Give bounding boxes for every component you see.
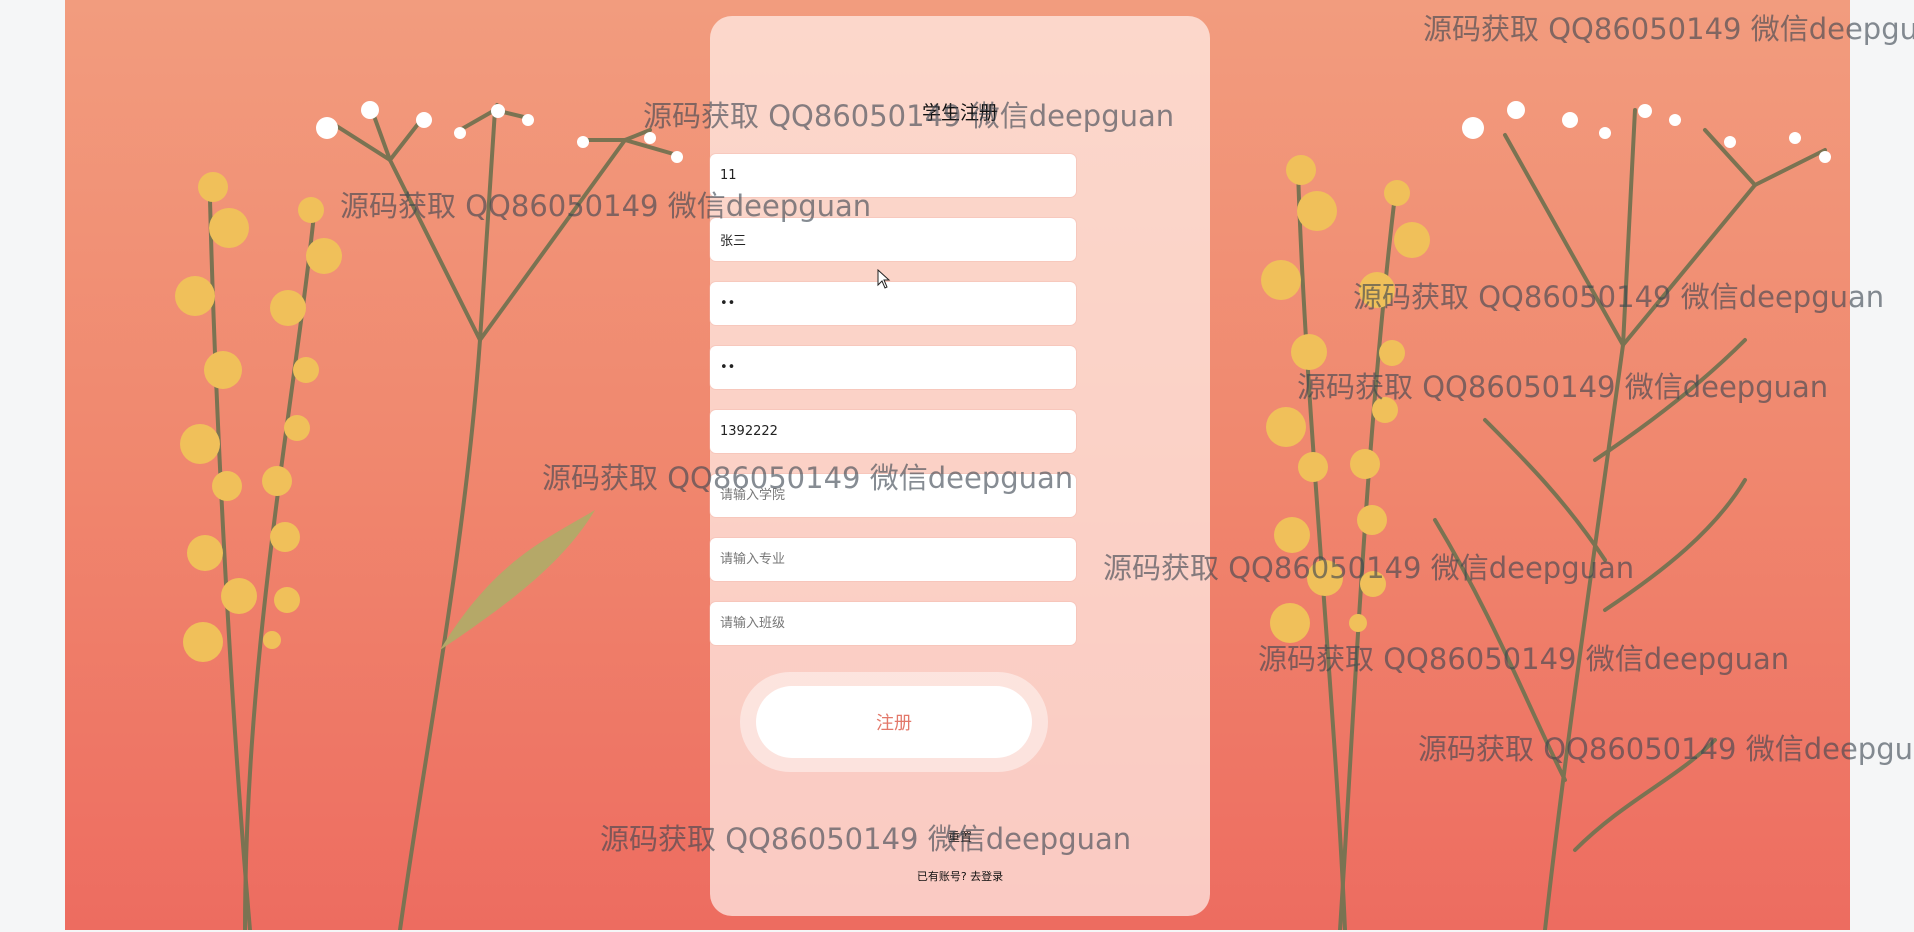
watermark-text: 源码获取 QQ86050149 微信deepguan [1418,732,1914,766]
watermark-text: 源码获取 QQ86050149 微信deepguan [1297,370,1829,404]
watermark-text: 源码获取 QQ86050149 微信deepguan [600,822,1132,856]
watermark-text: 源码获取 QQ86050149 微信deepguan [1258,642,1790,676]
login-prompt-text: 已有账号? [916,870,967,883]
login-prompt-line: 已有账号? 去登录 [710,868,1210,884]
mouse-cursor-icon [877,269,891,289]
go-login-link[interactable]: 去登录 [970,870,1003,883]
watermark-text: 源码获取 QQ86050149 微信deepguan [340,189,872,223]
watermark-text: 源码获取 QQ86050149 微信deepguan [1353,280,1885,314]
major-field[interactable] [710,538,1076,581]
watermark-text: 源码获取 QQ86050149 微信deepguan [1103,551,1635,585]
watermark-text: 源码获取 QQ86050149 微信deepguan [643,99,1175,133]
phone-field[interactable] [710,410,1076,453]
confirm-password-field[interactable] [710,346,1076,389]
register-submit-button[interactable]: 注册 [756,686,1032,758]
class-field[interactable] [710,602,1076,645]
watermark-text: 源码获取 QQ86050149 微信deepguan [1423,12,1914,46]
password-field[interactable] [710,282,1076,325]
watermark-text: 源码获取 QQ86050149 微信deepguan [542,461,1074,495]
